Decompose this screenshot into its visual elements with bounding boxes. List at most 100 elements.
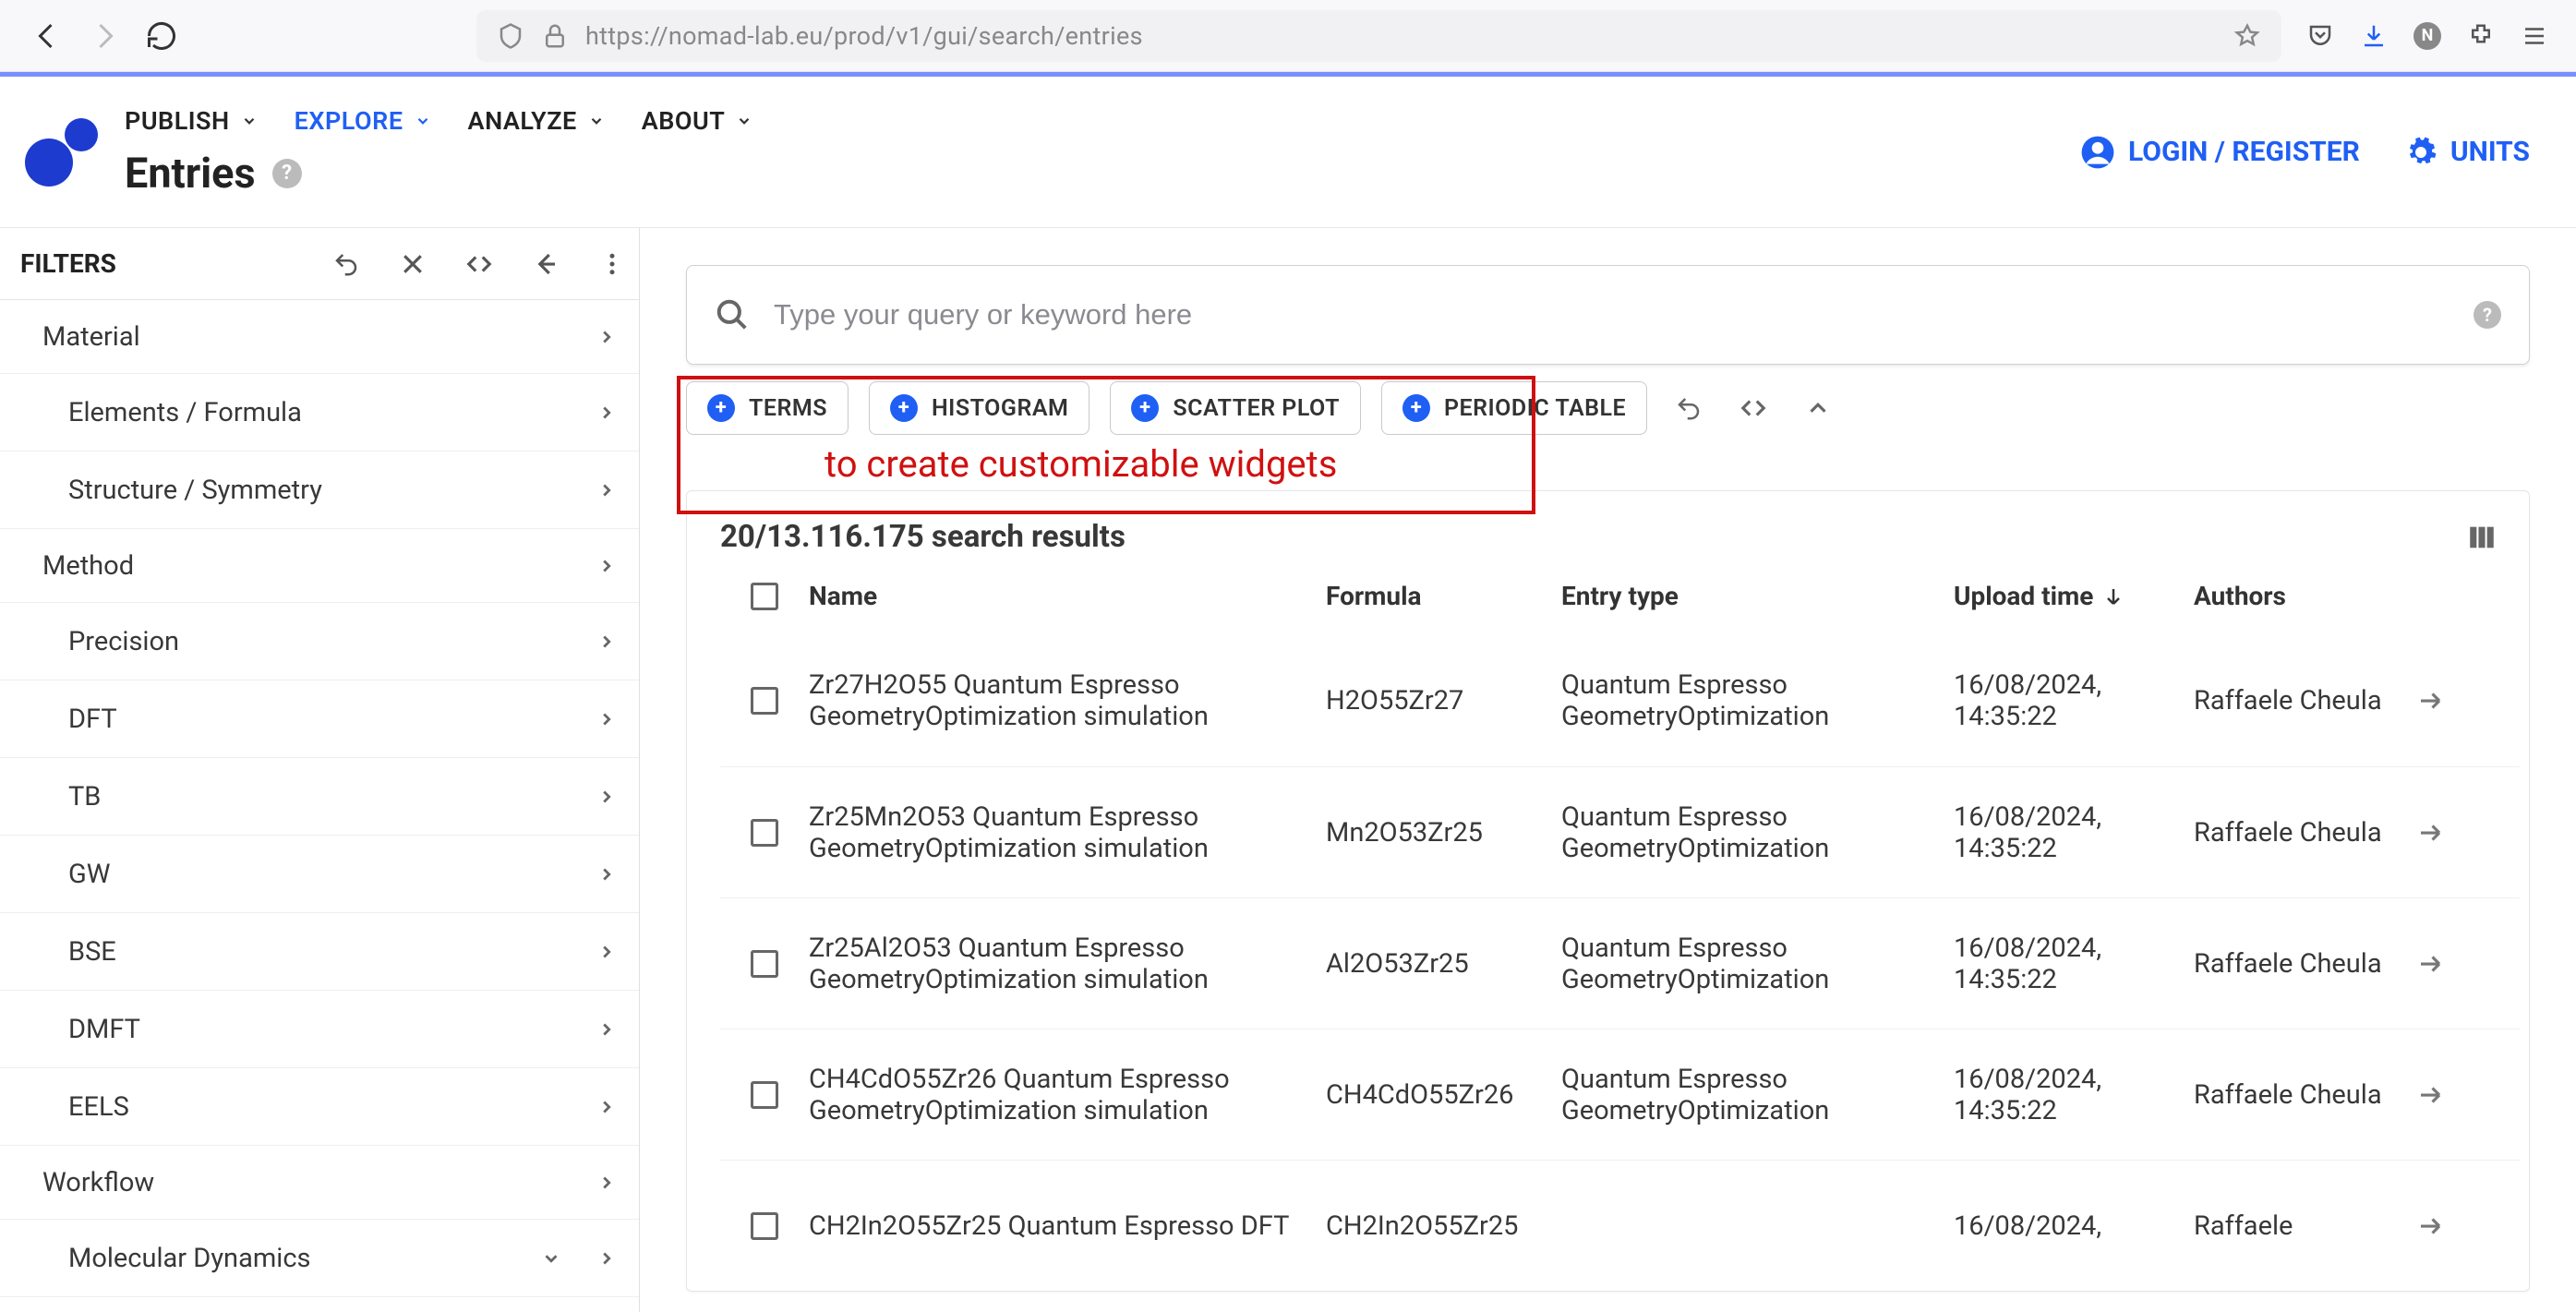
sidebar-item-dft[interactable]: DFT (0, 680, 639, 758)
table-row[interactable]: Zr25Al2O53 Quantum Espresso GeometryOpti… (720, 897, 2520, 1029)
chevron-right-icon (596, 556, 617, 576)
reload-button[interactable] (142, 17, 181, 55)
row-checkbox[interactable] (751, 1081, 778, 1109)
table-row[interactable]: Zr25Mn2O53 Quantum Espresso GeometryOpti… (720, 766, 2520, 897)
sidebar-item-tb[interactable]: TB (0, 758, 639, 836)
column-view-icon[interactable] (2466, 522, 2498, 553)
open-row-icon[interactable] (2397, 687, 2463, 715)
shield-icon (497, 22, 524, 50)
cell-formula: Mn2O53Zr25 (1326, 817, 1561, 849)
col-header-formula[interactable]: Formula (1326, 581, 1561, 611)
table-row[interactable]: CH2In2O55Zr25 Quantum Espresso DFTCH2In2… (720, 1160, 2520, 1291)
n-badge-icon[interactable]: N (2413, 22, 2441, 50)
nomad-logo[interactable] (23, 113, 102, 191)
back-button[interactable] (28, 17, 66, 55)
menu-about[interactable]: ABOUT (642, 106, 753, 136)
row-checkbox[interactable] (751, 1212, 778, 1240)
row-checkbox[interactable] (751, 819, 778, 847)
row-checkbox[interactable] (751, 950, 778, 978)
menu-publish[interactable]: PUBLISH (125, 106, 258, 136)
table-row[interactable]: Zr27H2O55 Quantum Espresso GeometryOptim… (720, 635, 2520, 766)
undo-icon[interactable] (332, 250, 360, 278)
select-all-checkbox[interactable] (751, 583, 778, 610)
terms-widget-button[interactable]: +TERMS (686, 381, 849, 435)
plus-icon: + (707, 394, 735, 422)
units-button[interactable]: UNITS (2404, 136, 2530, 169)
chevron-right-icon (596, 787, 617, 807)
pocket-icon[interactable] (2306, 22, 2334, 50)
sidebar-item-elements-formula[interactable]: Elements / Formula (0, 374, 639, 451)
sidebar-item-material[interactable]: Material (0, 300, 639, 374)
open-row-icon[interactable] (2397, 819, 2463, 847)
help-icon[interactable]: ? (2474, 301, 2501, 329)
chevron-down-icon (541, 1248, 561, 1269)
filters-sidebar: FILTERS Material Elements / FormulaStruct… (0, 228, 640, 1312)
login-link[interactable]: LOGIN / REGISTER (2080, 135, 2360, 170)
more-vert-icon[interactable] (598, 250, 626, 278)
cell-name: Zr27H2O55 Quantum Espresso GeometryOptim… (809, 669, 1326, 732)
col-header-time[interactable]: Upload time (1954, 581, 2194, 611)
sidebar-item-eels[interactable]: EELS (0, 1068, 639, 1146)
menu-explore[interactable]: EXPLORE (295, 106, 431, 136)
bookmark-icon[interactable] (2233, 22, 2261, 50)
close-icon[interactable] (399, 250, 427, 278)
sidebar-item-workflow[interactable]: Workflow (0, 1146, 639, 1220)
sidebar-item-label: TB (68, 781, 101, 812)
arrow-down-icon (2102, 585, 2125, 608)
hamburger-icon[interactable] (2521, 22, 2548, 50)
arrow-left-icon[interactable] (532, 250, 560, 278)
search-box[interactable]: ? (686, 265, 2530, 365)
undo-icon[interactable] (1675, 394, 1703, 422)
chevron-right-icon (596, 1097, 617, 1117)
sidebar-item-precision[interactable]: Precision (0, 603, 639, 680)
page-title: Entries ? (125, 149, 752, 198)
chevron-down-icon (415, 113, 431, 129)
download-icon[interactable] (2360, 22, 2388, 50)
histogram-widget-button[interactable]: +HISTOGRAM (869, 381, 1089, 435)
chevron-right-icon (596, 1173, 617, 1193)
cell-time: 16/08/2024, 14:35:22 (1954, 1064, 2194, 1126)
sidebar-item-label: Workflow (42, 1167, 154, 1198)
code-icon[interactable] (1739, 394, 1767, 422)
chevron-right-icon (596, 942, 617, 962)
periodic-widget-button[interactable]: +PERIODIC TABLE (1381, 381, 1647, 435)
forward-button[interactable] (85, 17, 124, 55)
row-checkbox[interactable] (751, 687, 778, 715)
search-input[interactable] (774, 298, 2450, 331)
sidebar-item-bse[interactable]: BSE (0, 913, 639, 991)
col-header-authors[interactable]: Authors (2194, 581, 2397, 611)
browser-right-icons: N (2306, 22, 2548, 50)
scatter-widget-button[interactable]: +SCATTER PLOT (1110, 381, 1361, 435)
cell-formula: H2O55Zr27 (1326, 685, 1561, 716)
sidebar-item-dmft[interactable]: DMFT (0, 991, 639, 1068)
sidebar-item-label: Method (42, 550, 134, 582)
sidebar-item-label: Material (42, 321, 140, 353)
sidebar-item-molecular-dynamics[interactable]: Molecular Dynamics (0, 1220, 639, 1297)
cell-time: 16/08/2024, (1954, 1210, 2194, 1242)
sidebar-item-method[interactable]: Method (0, 529, 639, 603)
open-row-icon[interactable] (2397, 1212, 2463, 1240)
open-row-icon[interactable] (2397, 1081, 2463, 1109)
extensions-icon[interactable] (2467, 22, 2495, 50)
menu-analyze[interactable]: ANALYZE (468, 106, 605, 136)
chevron-right-icon (596, 942, 617, 962)
chevron-up-icon[interactable] (1804, 394, 1832, 422)
open-row-icon[interactable] (2397, 950, 2463, 978)
chevron-right-icon (596, 327, 617, 347)
chevron-right-icon (596, 480, 617, 500)
sidebar-item-gw[interactable]: GW (0, 836, 639, 913)
filters-header: FILTERS (0, 228, 639, 300)
col-header-name[interactable]: Name (809, 581, 1326, 611)
code-icon[interactable] (465, 250, 493, 278)
table-row[interactable]: CH4CdO55Zr26 Quantum Espresso GeometryOp… (720, 1029, 2520, 1160)
url-text: https://nomad-lab.eu/prod/v1/gui/search/… (585, 21, 1143, 51)
help-icon[interactable]: ? (272, 159, 302, 188)
search-icon (715, 297, 750, 332)
cell-formula: CH2In2O55Zr25 (1326, 1210, 1561, 1242)
chevron-right-icon (596, 1173, 617, 1193)
cell-type: Quantum Espresso GeometryOptimization (1561, 669, 1954, 732)
address-bar[interactable]: https://nomad-lab.eu/prod/v1/gui/search/… (476, 10, 2281, 62)
chevron-down-icon (736, 113, 752, 129)
col-header-type[interactable]: Entry type (1561, 581, 1954, 611)
sidebar-item-structure-symmetry[interactable]: Structure / Symmetry (0, 451, 639, 529)
